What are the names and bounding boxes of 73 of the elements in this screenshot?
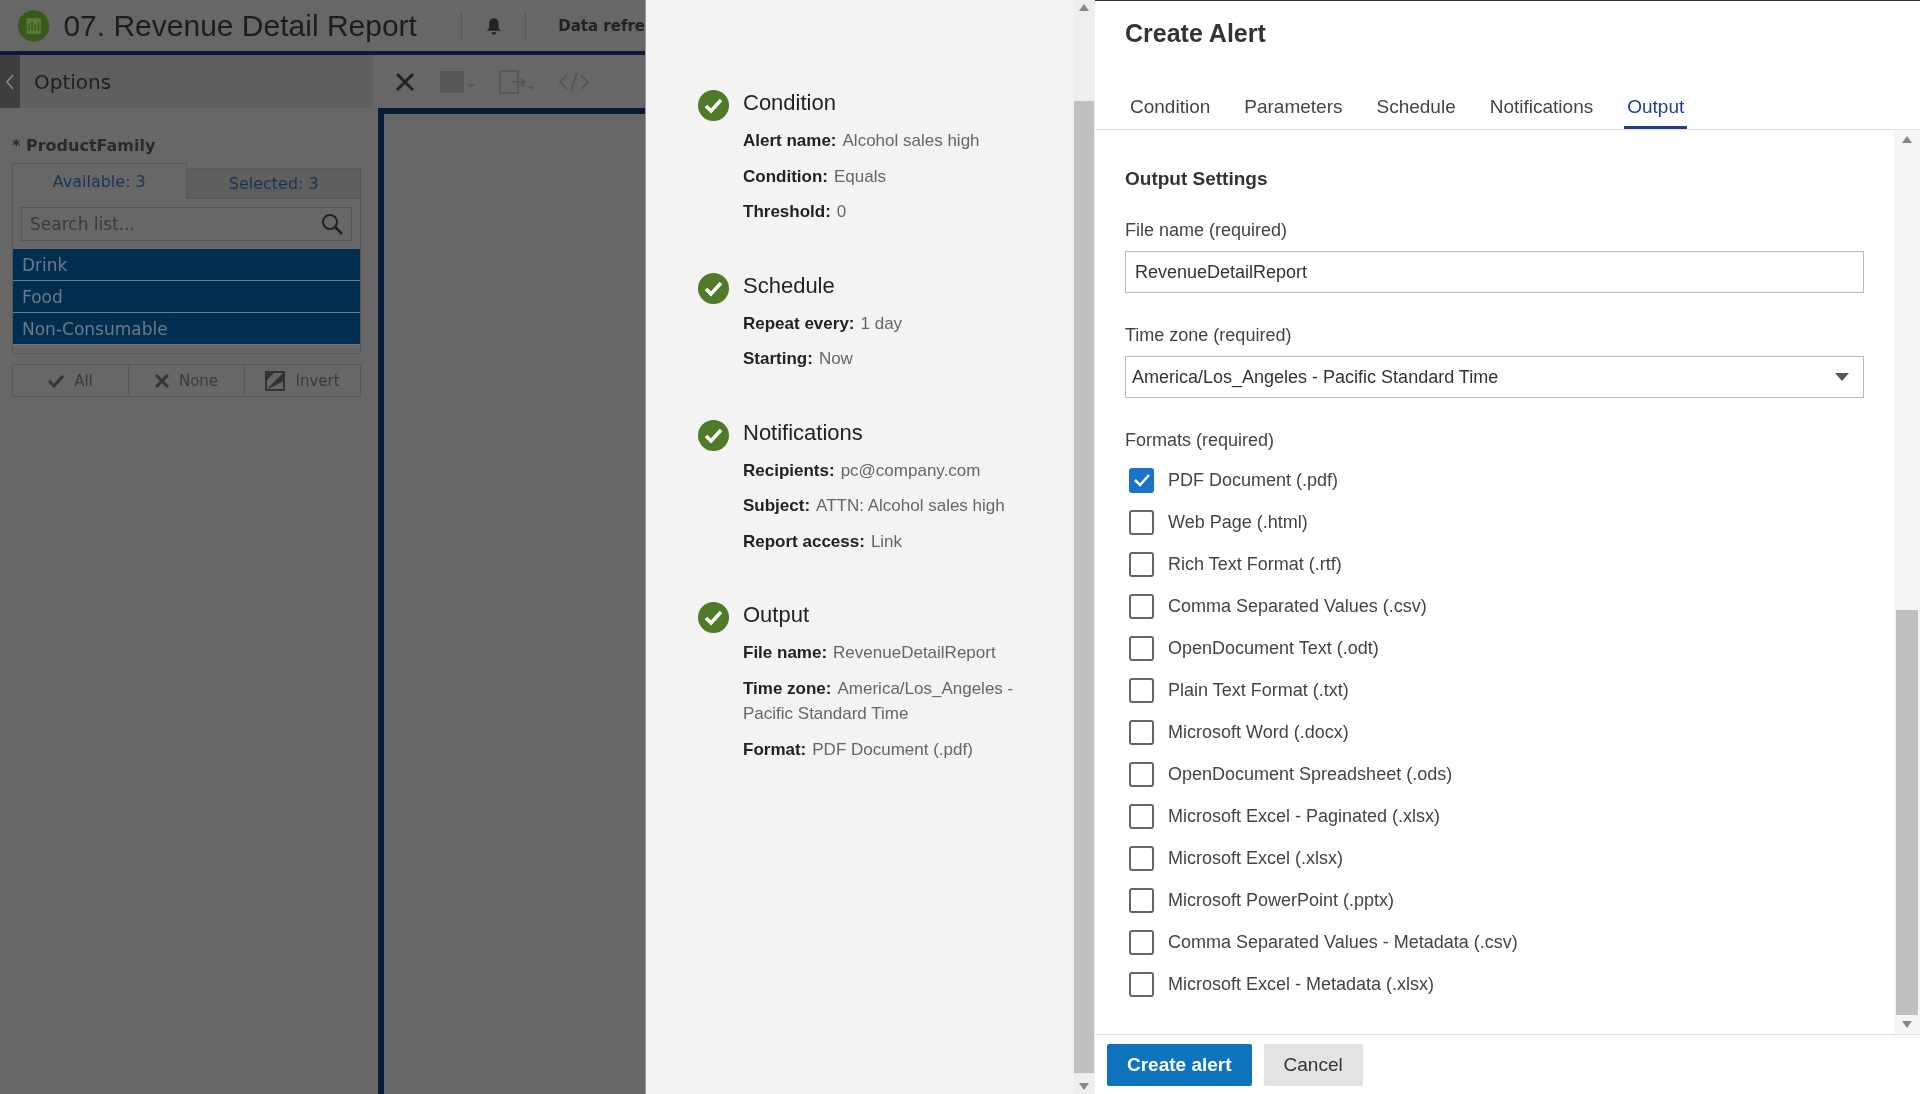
dialog-tab[interactable]: Schedule bbox=[1373, 96, 1459, 129]
checkbox[interactable] bbox=[1129, 719, 1154, 745]
summary-section-title: Notifications bbox=[743, 419, 864, 446]
chevron-left-icon bbox=[6, 73, 14, 90]
checkbox[interactable] bbox=[1129, 845, 1154, 871]
dialog-title: Create Alert bbox=[1125, 19, 1267, 48]
checkbox[interactable] bbox=[1129, 593, 1154, 619]
format-option[interactable]: Rich Text Format (.rtf) bbox=[1125, 551, 1864, 577]
summary-field: Condition: Equals bbox=[743, 163, 980, 189]
summary-field: Report access: Link bbox=[743, 528, 1005, 554]
invert-icon bbox=[265, 370, 286, 391]
summary-field: Alert name: Alcohol sales high bbox=[743, 128, 980, 154]
summary-field: Starting: Now bbox=[743, 346, 903, 372]
scrollbar[interactable] bbox=[1073, 0, 1095, 1094]
search-icon bbox=[321, 213, 343, 235]
checkbox[interactable] bbox=[1129, 761, 1154, 787]
scroll-down-icon[interactable] bbox=[1902, 1021, 1912, 1028]
file-name-field[interactable]: RevenueDetailReport bbox=[1125, 251, 1864, 293]
check-icon bbox=[48, 373, 65, 388]
summary-section-title: Output bbox=[743, 602, 811, 628]
format-option[interactable]: OpenDocument Spreadsheet (.ods) bbox=[1125, 761, 1864, 787]
format-option[interactable]: Microsoft Excel (.xlsx) bbox=[1125, 845, 1864, 871]
dialog-tab[interactable]: Condition bbox=[1127, 96, 1214, 129]
format-option[interactable]: Microsoft Excel - Paginated (.xlsx) bbox=[1125, 803, 1864, 829]
summary-field: Format: PDF Document (.pdf) bbox=[743, 736, 1043, 762]
checkbox[interactable] bbox=[1129, 551, 1154, 577]
format-option[interactable]: Plain Text Format (.txt) bbox=[1125, 677, 1864, 703]
checkbox[interactable] bbox=[1129, 971, 1154, 997]
format-option[interactable]: Web Page (.html) bbox=[1125, 509, 1864, 535]
checkbox[interactable] bbox=[1129, 509, 1154, 535]
summary-field: Recipients: pc@company.com bbox=[743, 457, 1005, 483]
cancel-button[interactable]: Cancel bbox=[1263, 1043, 1363, 1086]
checkbox[interactable] bbox=[1129, 929, 1154, 955]
scrollbar[interactable] bbox=[1894, 130, 1920, 1034]
parameter-label: * ProductFamily bbox=[12, 136, 157, 155]
dialog-tab[interactable]: Parameters bbox=[1241, 96, 1346, 129]
summary-field: Repeat every: 1 day bbox=[743, 310, 903, 336]
format-option[interactable]: Microsoft Word (.docx) bbox=[1125, 719, 1864, 745]
time-zone-select[interactable]: America/Los_Angeles - Pacific Standard Time bbox=[1125, 356, 1864, 398]
summary-field: File name: RevenueDetailReport bbox=[743, 640, 1043, 666]
caret-icon bbox=[1835, 373, 1849, 381]
scroll-down-icon[interactable] bbox=[1079, 1083, 1089, 1090]
checkbox[interactable] bbox=[1129, 887, 1154, 913]
report-title: 07. Revenue Detail Report bbox=[63, 8, 417, 43]
field-label: Formats (required) bbox=[1125, 430, 1276, 451]
format-option[interactable]: Comma Separated Values (.csv) bbox=[1125, 593, 1864, 619]
dialog-tab[interactable]: Notifications bbox=[1486, 96, 1597, 129]
format-option[interactable]: Microsoft PowerPoint (.pptx) bbox=[1125, 887, 1864, 913]
summary-field: Subject: ATTN: Alcohol sales high bbox=[743, 493, 1005, 519]
close-icon[interactable] bbox=[395, 71, 415, 92]
format-option[interactable]: PDF Document (.pdf) bbox=[1125, 467, 1864, 493]
summary-section-title: Condition bbox=[743, 90, 837, 116]
close-icon bbox=[154, 373, 169, 388]
field-label: File name (required) bbox=[1125, 220, 1289, 241]
checkbox[interactable] bbox=[1129, 677, 1154, 703]
field-label: Time zone (required) bbox=[1125, 325, 1293, 346]
checkbox[interactable] bbox=[1129, 635, 1154, 661]
format-option[interactable]: OpenDocument Text (.odt) bbox=[1125, 635, 1864, 661]
check-icon bbox=[1133, 473, 1150, 487]
scroll-up-icon[interactable] bbox=[1079, 4, 1089, 11]
summary-field: Threshold: 0 bbox=[743, 199, 980, 225]
options-title: Options bbox=[34, 69, 112, 94]
format-option[interactable]: Comma Separated Values - Metadata (.csv) bbox=[1125, 929, 1864, 955]
data-refresh-label: Data refre bbox=[558, 16, 645, 35]
format-option[interactable]: Microsoft Excel - Metadata (.xlsx) bbox=[1125, 971, 1864, 997]
section-title: Output Settings bbox=[1125, 168, 1269, 190]
checkbox[interactable] bbox=[1129, 467, 1154, 493]
create-alert-button[interactable]: Create alert bbox=[1107, 1043, 1252, 1086]
dialog-tab[interactable]: Output bbox=[1624, 96, 1688, 129]
checkbox[interactable] bbox=[1129, 803, 1154, 829]
scroll-up-icon[interactable] bbox=[1902, 136, 1912, 143]
summary-field: Time zone: America/Los_Angeles - Pacific Standard Time bbox=[743, 675, 1043, 727]
summary-section-title: Schedule bbox=[743, 272, 836, 299]
